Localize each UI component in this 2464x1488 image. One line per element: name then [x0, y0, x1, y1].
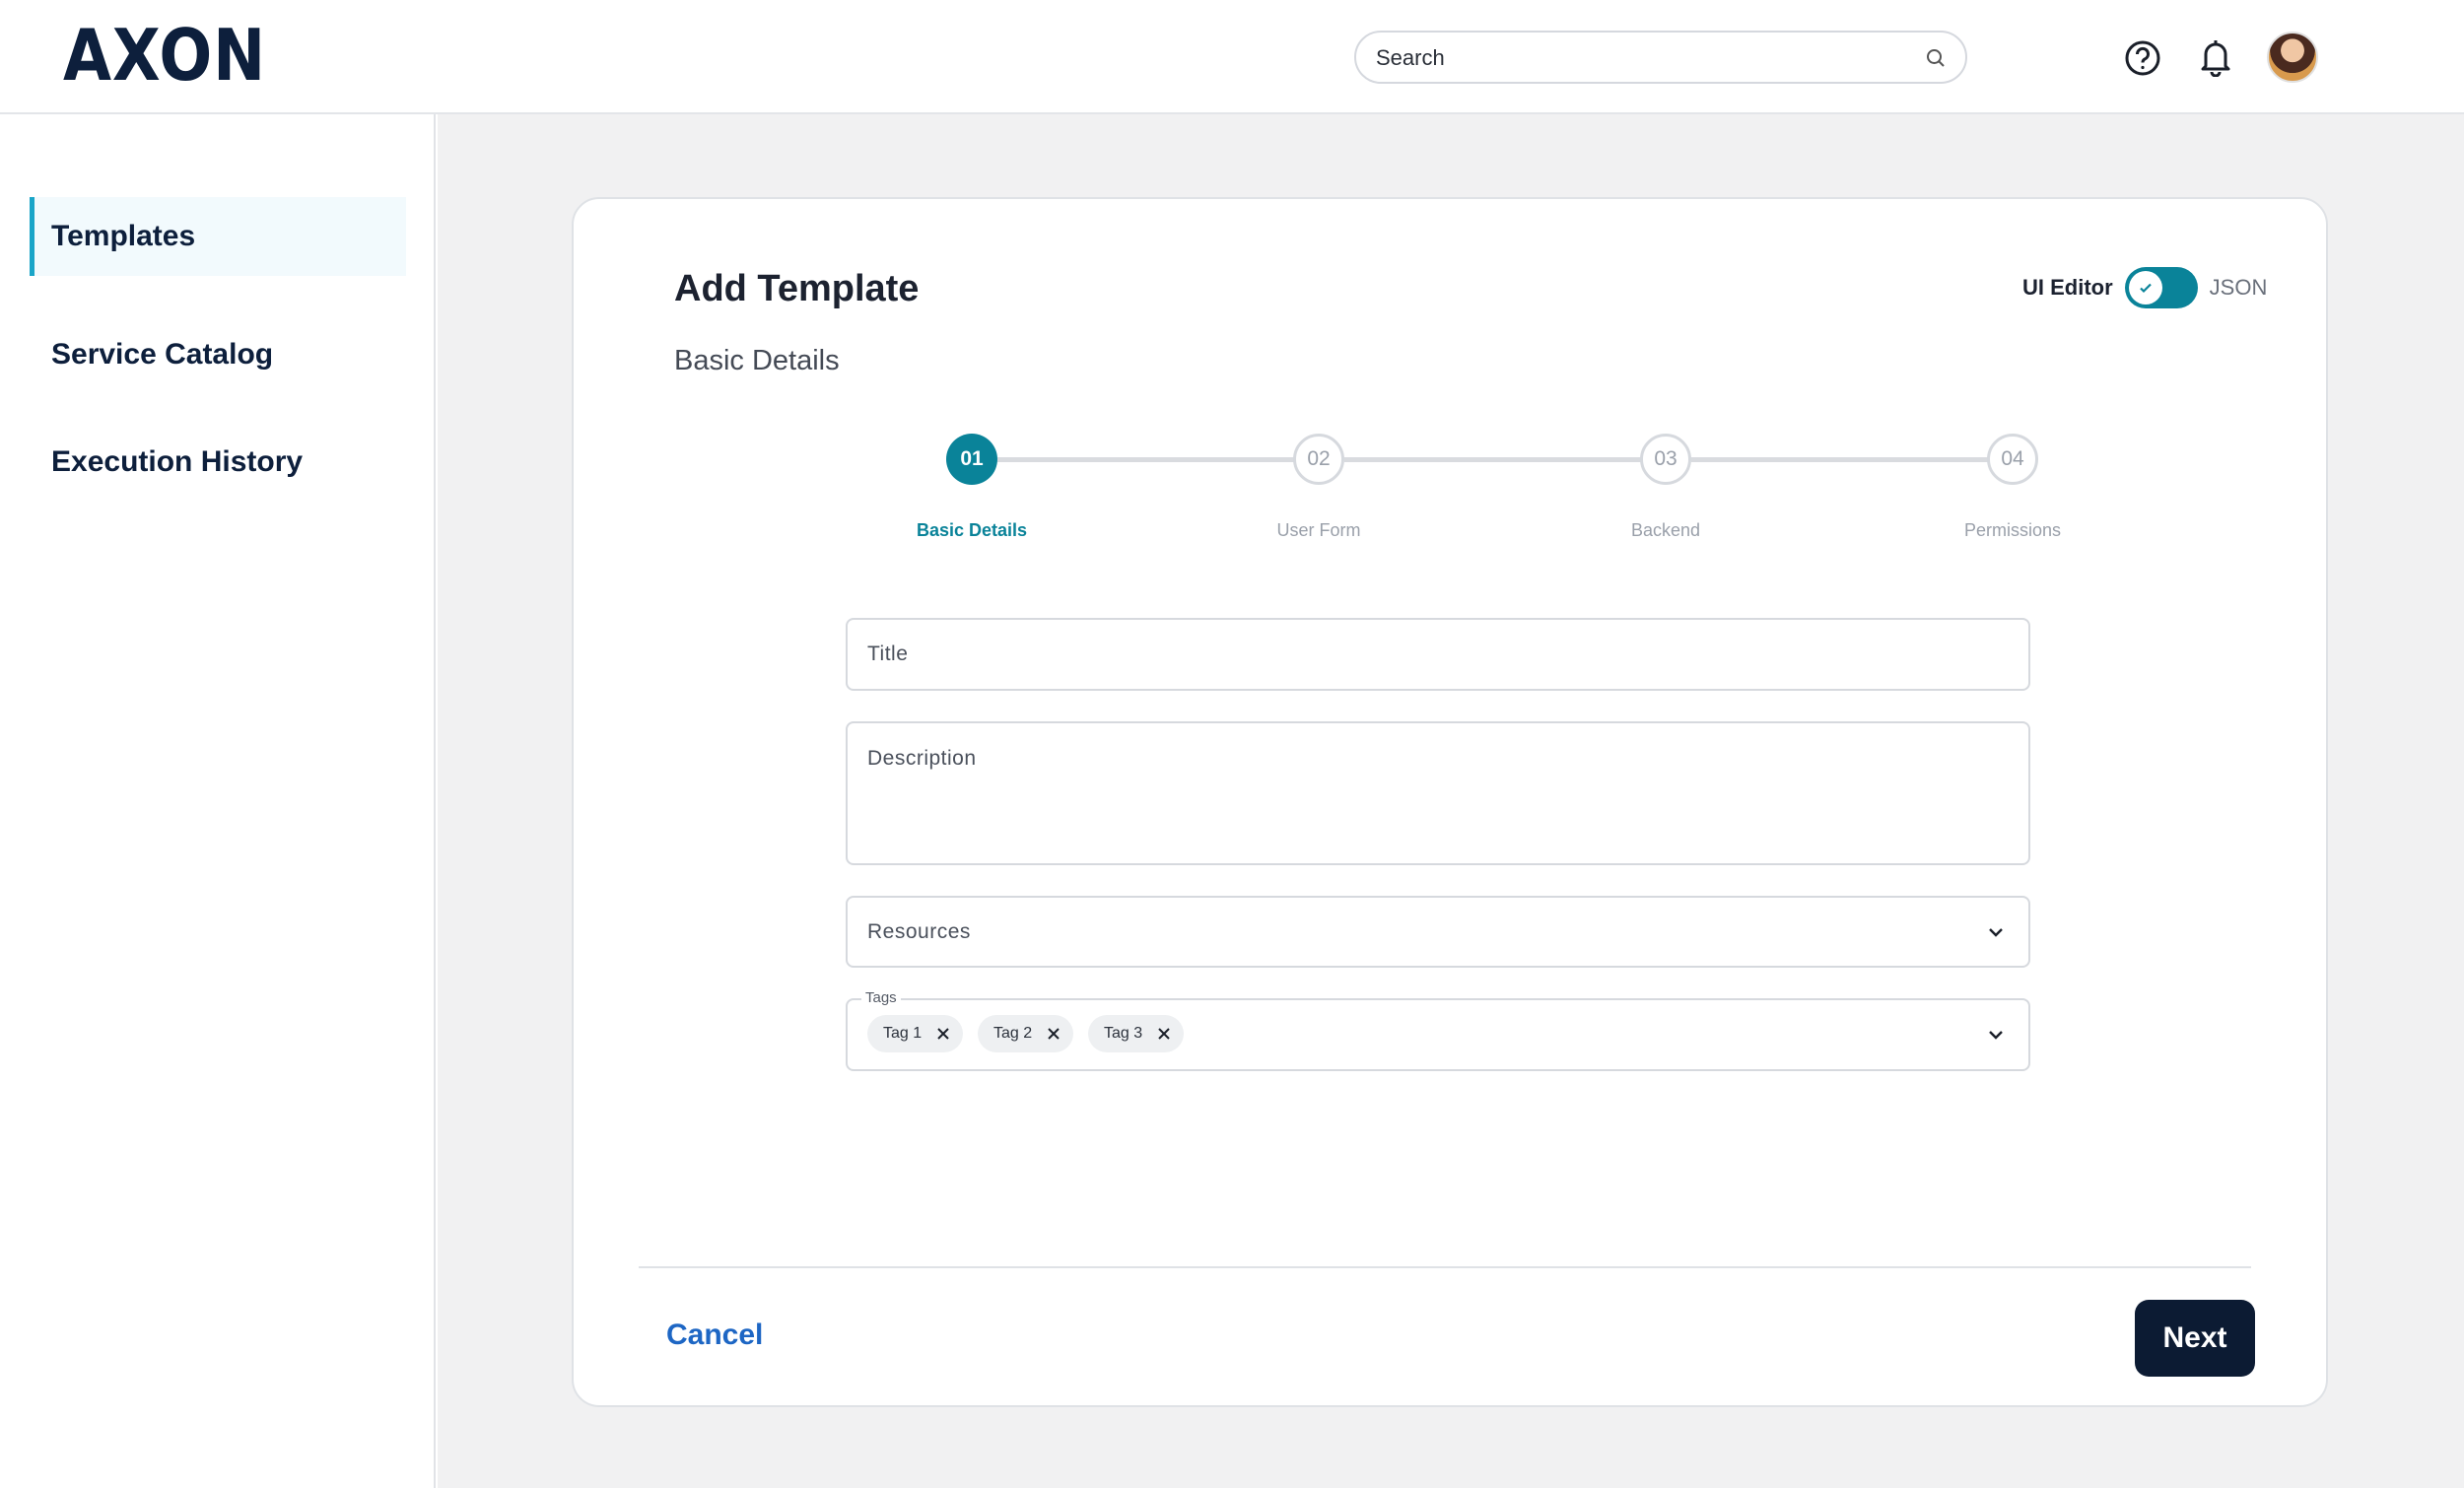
- step-4-label: Permissions: [1963, 520, 2062, 540]
- editor-toggle-group: UI Editor JSON: [2022, 266, 2267, 309]
- close-icon[interactable]: [935, 1026, 951, 1042]
- description-field[interactable]: Description: [846, 721, 2030, 865]
- title-placeholder: Title: [867, 643, 909, 665]
- step-3-indicator[interactable]: 03: [1640, 434, 1691, 485]
- sidebar-item-execution-history[interactable]: Execution History: [30, 423, 406, 502]
- tag-chip-label: Tag 1: [883, 1025, 923, 1042]
- chevron-down-icon[interactable]: [1985, 1024, 2007, 1046]
- json-label[interactable]: JSON: [2210, 275, 2268, 301]
- step-1-indicator[interactable]: 01: [946, 434, 997, 485]
- tag-chip: Tag 1: [867, 1015, 964, 1052]
- tag-chip: Tag 3: [1088, 1015, 1185, 1052]
- step-3-label: Backend: [1630, 520, 1701, 540]
- avatar[interactable]: [2267, 32, 2318, 83]
- resources-select[interactable]: Resources: [846, 896, 2030, 968]
- sidebar-item-service-catalog[interactable]: Service Catalog: [30, 315, 406, 394]
- stepper-connector: [1344, 457, 1642, 462]
- toggle-knob[interactable]: [2128, 271, 2162, 304]
- search-icon[interactable]: [1924, 46, 1948, 70]
- close-icon[interactable]: [1156, 1026, 1172, 1042]
- editor-mode-toggle[interactable]: [2124, 267, 2198, 308]
- sidebar-item-templates[interactable]: Templates: [30, 197, 406, 276]
- resources-placeholder: Resources: [867, 920, 971, 943]
- next-button[interactable]: Next: [2135, 1300, 2255, 1377]
- tag-chip-label: Tag 3: [1104, 1025, 1143, 1042]
- bell-icon[interactable]: [2197, 37, 2234, 77]
- sidebar: Templates Service Catalog Execution Hist…: [0, 114, 436, 1488]
- search-input[interactable]: [1376, 42, 1908, 74]
- help-icon[interactable]: [2124, 39, 2161, 77]
- check-icon: [2139, 283, 2152, 294]
- top-bar: AXON: [0, 0, 2464, 114]
- step-2-label: User Form: [1276, 520, 1361, 540]
- axon-logo[interactable]: AXON: [63, 14, 266, 97]
- search-box[interactable]: [1354, 31, 1967, 84]
- stepper-connector: [997, 457, 1295, 462]
- chevron-down-icon[interactable]: [1985, 921, 2007, 943]
- close-icon[interactable]: [1046, 1026, 1061, 1042]
- footer-divider: [639, 1266, 2251, 1268]
- section-title: Basic Details: [674, 345, 840, 376]
- tag-chip-label: Tag 2: [993, 1025, 1033, 1042]
- title-field[interactable]: Title: [846, 618, 2030, 691]
- page-title: Add Template: [674, 268, 920, 309]
- step-1-label: Basic Details: [916, 520, 1028, 540]
- stepper-connector: [1691, 457, 1989, 462]
- tags-label: Tags: [861, 989, 901, 1006]
- tag-chip: Tag 2: [978, 1015, 1074, 1052]
- description-placeholder: Description: [867, 747, 977, 770]
- step-2-indicator[interactable]: 02: [1293, 434, 1344, 485]
- ui-editor-label[interactable]: UI Editor: [2022, 275, 2113, 301]
- step-4-indicator[interactable]: 04: [1987, 434, 2038, 485]
- cancel-button[interactable]: Cancel: [666, 1319, 763, 1352]
